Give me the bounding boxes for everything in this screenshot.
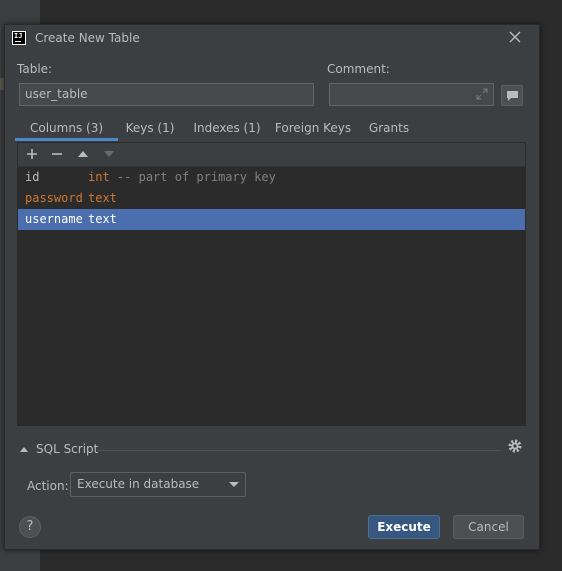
comment-label: Comment: [327,62,390,76]
table-name-value: user_table [25,87,88,101]
section-divider [97,450,501,451]
sql-script-label: SQL Script [36,442,99,456]
create-table-dialog: IJ Create New Table Table: user_table Co… [4,24,540,550]
action-selected-value: Execute in database [77,477,200,491]
help-button[interactable]: ? [19,516,41,538]
column-row-id[interactable]: id int -- part of primary key [18,167,525,188]
column-type: text [88,191,117,205]
execute-button[interactable]: Execute [368,515,440,539]
move-down-icon[interactable] [102,147,116,161]
action-select[interactable]: Execute in database [70,472,246,497]
tab-grants-label: Grants [368,121,410,135]
help-icon: ? [26,519,34,534]
gear-icon[interactable] [507,438,523,454]
tab-foreign-keys-label: Foreign Keys [274,121,352,135]
columns-toolbar [18,143,525,167]
sql-script-section[interactable]: SQL Script [19,439,525,458]
chevron-down-icon [229,482,239,487]
expand-icon[interactable] [476,88,488,100]
column-row-username[interactable]: username text [18,209,525,230]
title-bar: IJ Create New Table [5,25,539,53]
intellij-app-icon: IJ [12,31,26,45]
tab-keys[interactable]: Keys (1) [118,121,182,141]
move-up-icon[interactable] [76,147,90,161]
comment-editor-button[interactable] [501,85,523,106]
collapse-triangle-icon[interactable] [20,447,28,452]
remove-icon[interactable] [50,147,64,161]
cancel-button[interactable]: Cancel [453,515,524,539]
table-label: Table: [17,62,53,76]
add-icon[interactable] [25,147,39,161]
tab-keys-label: Keys (1) [125,121,175,135]
comment-input[interactable] [329,83,494,106]
dialog-title: Create New Table [35,31,140,45]
tab-columns[interactable]: Columns (3) [15,121,118,141]
tab-indexes[interactable]: Indexes (1) [188,121,266,141]
execute-label: Execute [377,520,431,534]
columns-panel: id int -- part of primary key password tex… [17,142,526,426]
column-name: password [25,191,83,205]
close-icon[interactable] [508,30,522,44]
tab-columns-label: Columns (3) [29,121,104,135]
table-name-input[interactable]: user_table [19,83,314,106]
tab-foreign-keys[interactable]: Foreign Keys [273,121,353,141]
speech-bubble-icon [507,91,518,101]
column-name: id [25,170,40,184]
column-comment: -- part of primary key [116,170,276,184]
column-type: int [88,170,110,184]
cancel-label: Cancel [468,520,509,534]
column-type: text [88,212,117,226]
tab-grants[interactable]: Grants [365,121,413,141]
column-name: username [25,212,83,226]
columns-list: id int -- part of primary key password tex… [18,167,525,230]
action-label: Action: [27,479,69,493]
column-row-password[interactable]: password text [18,188,525,209]
tab-indexes-label: Indexes (1) [193,121,261,135]
